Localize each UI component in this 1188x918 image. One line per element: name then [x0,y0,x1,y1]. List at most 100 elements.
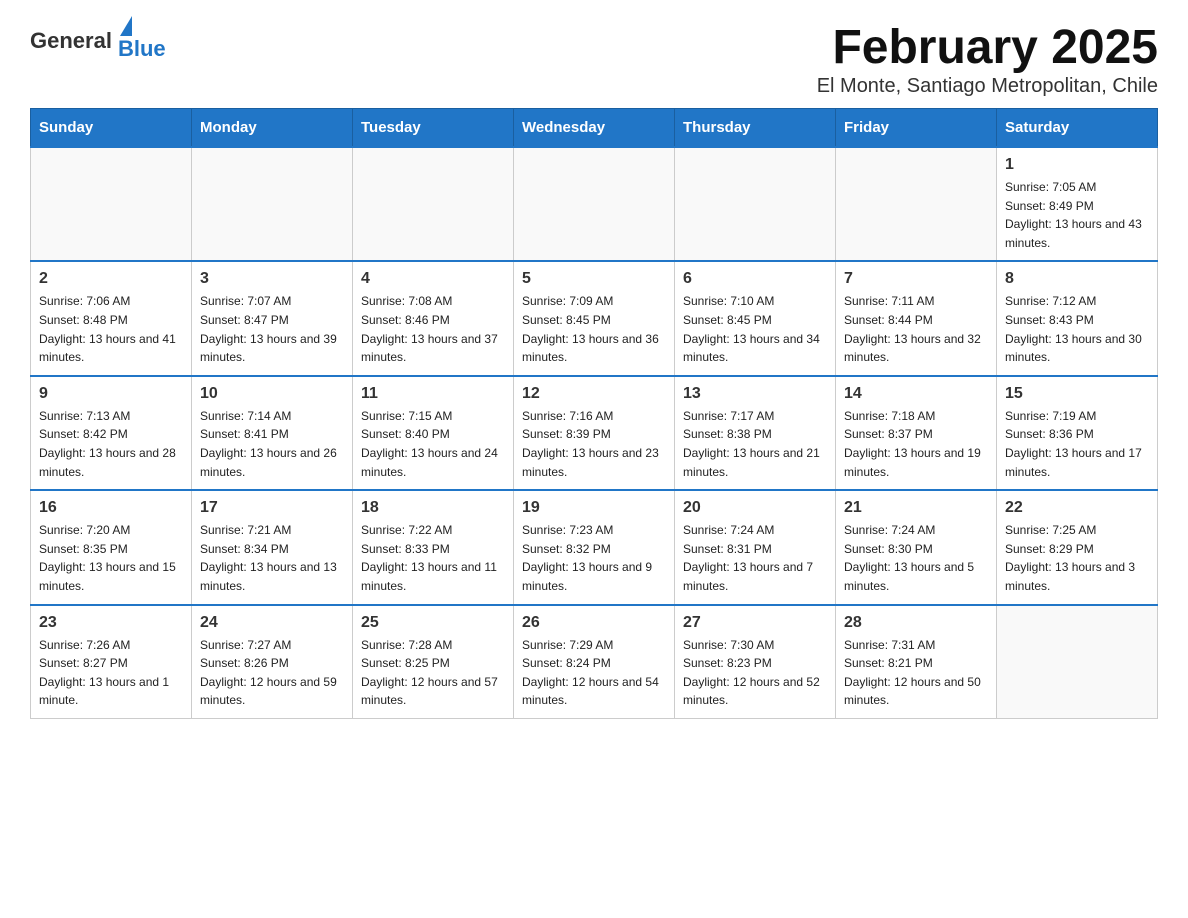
day-info: Sunrise: 7:20 AM Sunset: 8:35 PM Dayligh… [39,521,183,595]
day-info: Sunrise: 7:24 AM Sunset: 8:30 PM Dayligh… [844,521,988,595]
day-number: 10 [200,385,344,403]
day-number: 21 [844,499,988,517]
col-header-thursday: Thursday [675,109,836,148]
col-header-monday: Monday [192,109,353,148]
calendar-week-5: 23 Sunrise: 7:26 AM Sunset: 8:27 PM Dayli… [31,605,1158,719]
day-info: Sunrise: 7:21 AM Sunset: 8:34 PM Dayligh… [200,521,344,595]
day-number: 22 [1005,499,1149,517]
calendar-cell: 16 Sunrise: 7:20 AM Sunset: 8:35 PM Dayli… [31,490,192,604]
calendar-cell: 11 Sunrise: 7:15 AM Sunset: 8:40 PM Dayli… [353,376,514,490]
day-info: Sunrise: 7:26 AM Sunset: 8:27 PM Dayligh… [39,636,183,710]
day-info: Sunrise: 7:22 AM Sunset: 8:33 PM Dayligh… [361,521,505,595]
calendar-cell: 1 Sunrise: 7:05 AM Sunset: 8:49 PM Daylig… [997,147,1158,261]
calendar-cell: 12 Sunrise: 7:16 AM Sunset: 8:39 PM Dayli… [514,376,675,490]
day-info: Sunrise: 7:06 AM Sunset: 8:48 PM Dayligh… [39,292,183,366]
day-info: Sunrise: 7:07 AM Sunset: 8:47 PM Dayligh… [200,292,344,366]
calendar-cell: 8 Sunrise: 7:12 AM Sunset: 8:43 PM Daylig… [997,261,1158,375]
calendar-cell [836,147,997,261]
calendar-cell: 28 Sunrise: 7:31 AM Sunset: 8:21 PM Dayli… [836,605,997,719]
day-number: 9 [39,385,183,403]
calendar-cell [675,147,836,261]
title-block: February 2025 El Monte, Santiago Metropo… [817,20,1158,98]
day-info: Sunrise: 7:05 AM Sunset: 8:49 PM Dayligh… [1005,178,1149,252]
calendar-week-4: 16 Sunrise: 7:20 AM Sunset: 8:35 PM Dayli… [31,490,1158,604]
day-info: Sunrise: 7:29 AM Sunset: 8:24 PM Dayligh… [522,636,666,710]
calendar-cell: 14 Sunrise: 7:18 AM Sunset: 8:37 PM Dayli… [836,376,997,490]
page-title: February 2025 [817,20,1158,75]
day-info: Sunrise: 7:08 AM Sunset: 8:46 PM Dayligh… [361,292,505,366]
day-number: 18 [361,499,505,517]
calendar-cell: 15 Sunrise: 7:19 AM Sunset: 8:36 PM Dayli… [997,376,1158,490]
calendar-cell: 4 Sunrise: 7:08 AM Sunset: 8:46 PM Daylig… [353,261,514,375]
calendar-cell: 25Sunrise: 7:28 AM Sunset: 8:25 PM Dayli… [353,605,514,719]
day-number: 12 [522,385,666,403]
col-header-saturday: Saturday [997,109,1158,148]
page-header: General Blue February 2025 El Monte, San… [30,20,1158,98]
logo-text-blue: Blue [118,36,166,62]
day-number: 3 [200,270,344,288]
col-header-wednesday: Wednesday [514,109,675,148]
day-info: Sunrise: 7:16 AM Sunset: 8:39 PM Dayligh… [522,407,666,481]
day-info: Sunrise: 7:13 AM Sunset: 8:42 PM Dayligh… [39,407,183,481]
day-number: 6 [683,270,827,288]
calendar-cell: 24 Sunrise: 7:27 AM Sunset: 8:26 PM Dayli… [192,605,353,719]
day-number: 13 [683,385,827,403]
calendar-cell: 5Sunrise: 7:09 AM Sunset: 8:45 PM Daylig… [514,261,675,375]
calendar-week-2: 2Sunrise: 7:06 AM Sunset: 8:48 PM Daylig… [31,261,1158,375]
day-info: Sunrise: 7:09 AM Sunset: 8:45 PM Dayligh… [522,292,666,366]
day-number: 20 [683,499,827,517]
calendar-cell: 9 Sunrise: 7:13 AM Sunset: 8:42 PM Daylig… [31,376,192,490]
day-number: 19 [522,499,666,517]
calendar-cell: 27Sunrise: 7:30 AM Sunset: 8:23 PM Dayli… [675,605,836,719]
logo-triangle-icon [120,16,132,36]
calendar-cell: 10Sunrise: 7:14 AM Sunset: 8:41 PM Dayli… [192,376,353,490]
calendar-header-row: SundayMondayTuesdayWednesdayThursdayFrid… [31,109,1158,148]
calendar-cell [353,147,514,261]
day-info: Sunrise: 7:28 AM Sunset: 8:25 PM Dayligh… [361,636,505,710]
page-subtitle: El Monte, Santiago Metropolitan, Chile [817,75,1158,98]
day-info: Sunrise: 7:24 AM Sunset: 8:31 PM Dayligh… [683,521,827,595]
day-number: 17 [200,499,344,517]
day-number: 8 [1005,270,1149,288]
calendar-cell: 19Sunrise: 7:23 AM Sunset: 8:32 PM Dayli… [514,490,675,604]
day-number: 28 [844,614,988,632]
calendar-table: SundayMondayTuesdayWednesdayThursdayFrid… [30,108,1158,719]
calendar-cell: 21 Sunrise: 7:24 AM Sunset: 8:30 PM Dayli… [836,490,997,604]
day-number: 26 [522,614,666,632]
day-info: Sunrise: 7:11 AM Sunset: 8:44 PM Dayligh… [844,292,988,366]
calendar-week-3: 9 Sunrise: 7:13 AM Sunset: 8:42 PM Daylig… [31,376,1158,490]
logo-text-general: General [30,28,112,54]
calendar-cell: 23 Sunrise: 7:26 AM Sunset: 8:27 PM Dayli… [31,605,192,719]
day-info: Sunrise: 7:25 AM Sunset: 8:29 PM Dayligh… [1005,521,1149,595]
day-number: 14 [844,385,988,403]
day-number: 15 [1005,385,1149,403]
calendar-cell: 20 Sunrise: 7:24 AM Sunset: 8:31 PM Dayli… [675,490,836,604]
day-number: 4 [361,270,505,288]
calendar-cell: 3 Sunrise: 7:07 AM Sunset: 8:47 PM Daylig… [192,261,353,375]
calendar-cell: 26 Sunrise: 7:29 AM Sunset: 8:24 PM Dayli… [514,605,675,719]
day-info: Sunrise: 7:27 AM Sunset: 8:26 PM Dayligh… [200,636,344,710]
day-info: Sunrise: 7:12 AM Sunset: 8:43 PM Dayligh… [1005,292,1149,366]
calendar-cell [997,605,1158,719]
day-info: Sunrise: 7:17 AM Sunset: 8:38 PM Dayligh… [683,407,827,481]
calendar-cell: 6 Sunrise: 7:10 AM Sunset: 8:45 PM Daylig… [675,261,836,375]
calendar-cell: 22 Sunrise: 7:25 AM Sunset: 8:29 PM Dayli… [997,490,1158,604]
day-number: 11 [361,385,505,403]
logo: General Blue [30,20,166,62]
day-info: Sunrise: 7:15 AM Sunset: 8:40 PM Dayligh… [361,407,505,481]
day-info: Sunrise: 7:19 AM Sunset: 8:36 PM Dayligh… [1005,407,1149,481]
col-header-tuesday: Tuesday [353,109,514,148]
day-number: 1 [1005,156,1149,174]
calendar-cell: 18 Sunrise: 7:22 AM Sunset: 8:33 PM Dayli… [353,490,514,604]
calendar-cell: 13 Sunrise: 7:17 AM Sunset: 8:38 PM Dayli… [675,376,836,490]
calendar-cell [192,147,353,261]
day-info: Sunrise: 7:30 AM Sunset: 8:23 PM Dayligh… [683,636,827,710]
day-info: Sunrise: 7:18 AM Sunset: 8:37 PM Dayligh… [844,407,988,481]
calendar-cell [514,147,675,261]
calendar-cell: 17 Sunrise: 7:21 AM Sunset: 8:34 PM Dayli… [192,490,353,604]
day-number: 23 [39,614,183,632]
day-number: 24 [200,614,344,632]
day-info: Sunrise: 7:10 AM Sunset: 8:45 PM Dayligh… [683,292,827,366]
day-number: 16 [39,499,183,517]
day-info: Sunrise: 7:31 AM Sunset: 8:21 PM Dayligh… [844,636,988,710]
